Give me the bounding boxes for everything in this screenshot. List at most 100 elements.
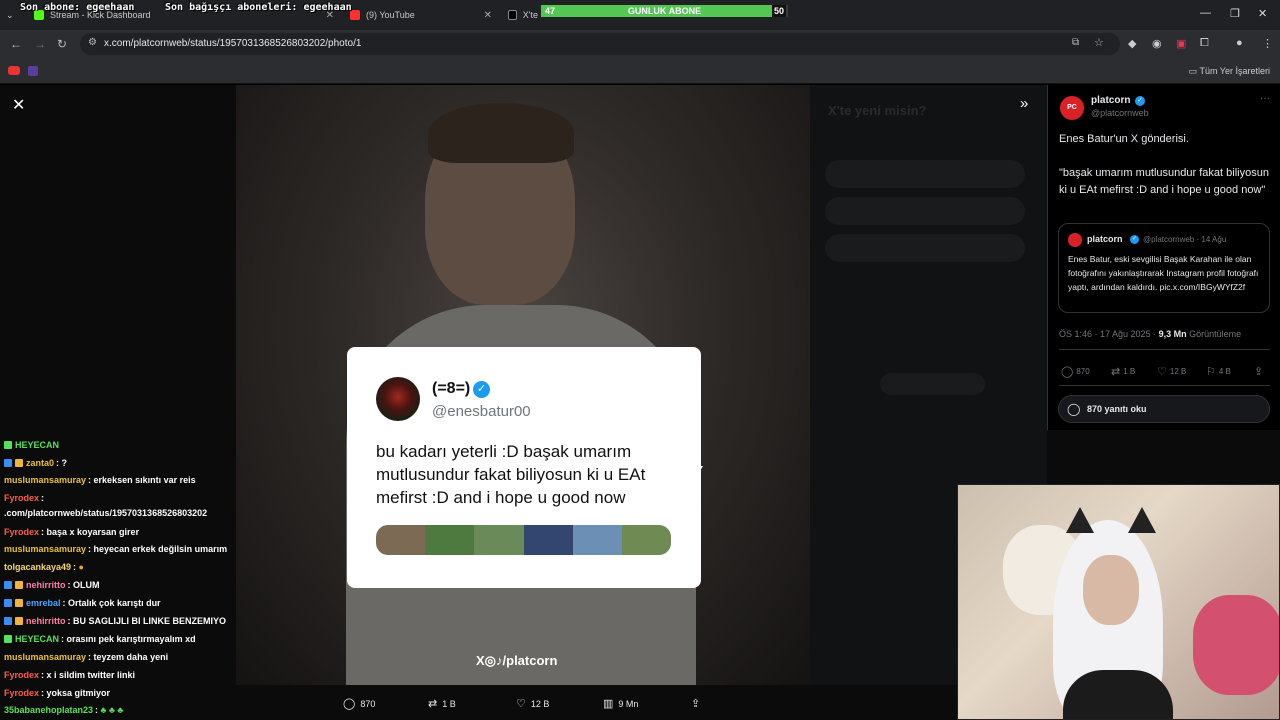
- browser-tab-bar: ⌄ Stream - Kick Dashboard ✕ (9) YouTube …: [0, 0, 1280, 30]
- emote-icon: ●: [76, 562, 84, 572]
- bookmark-icon[interactable]: [28, 66, 38, 76]
- reply-button[interactable]: ◯ 870: [343, 697, 375, 710]
- repost-icon: ⇄: [1111, 366, 1121, 378]
- back-icon[interactable]: ←: [10, 37, 22, 51]
- like-button[interactable]: ♡ 12 B: [1157, 365, 1186, 378]
- share-button[interactable]: ⇪: [1254, 365, 1263, 378]
- close-window-icon[interactable]: ✕: [1258, 7, 1267, 20]
- extension-icon[interactable]: ▣: [1176, 37, 1186, 50]
- heart-icon: ♡: [1157, 366, 1167, 378]
- thumbnail: [572, 525, 622, 555]
- url-text: x.com/platcornweb/status/195703136852680…: [104, 38, 362, 49]
- share-button[interactable]: ⇪: [691, 697, 700, 710]
- tab-youtube[interactable]: (9) YouTube ✕: [350, 4, 492, 26]
- tweet-body-line: Enes Batur'un X gönderisi.: [1059, 133, 1189, 145]
- minimize-icon[interactable]: —: [1200, 7, 1211, 19]
- badge-icon: [4, 581, 12, 589]
- more-options-icon[interactable]: ···: [1260, 93, 1270, 104]
- thumbnail: [474, 525, 524, 555]
- youtube-bookmark-icon[interactable]: [8, 66, 20, 75]
- badge-icon: [15, 459, 23, 467]
- tweet-timestamp: ÖS 1:46 · 17 Ağu 2025 · 9,3 Mn Görüntüle…: [1059, 329, 1242, 339]
- last-donor-overlay: Son bağışçı aboneleri: egeehaan: [165, 2, 352, 13]
- divider: [1059, 385, 1270, 386]
- profile-avatar-icon[interactable]: ●: [1236, 37, 1243, 49]
- repost-button[interactable]: ⇄ 1 B: [1111, 365, 1135, 378]
- views-button[interactable]: ▥ 9 Mn: [603, 697, 638, 710]
- chat-message: tolgacankaya49: ●: [4, 562, 84, 572]
- menu-kebab-icon[interactable]: ⋮: [1262, 37, 1273, 50]
- tab-x[interactable]: X'te: [508, 4, 538, 26]
- all-bookmarks-link[interactable]: ▭ Tüm Yer İşaretleri: [1189, 66, 1270, 77]
- chat-message: Fyrodex: yoksa gitmiyor: [4, 688, 111, 698]
- forward-icon[interactable]: →: [34, 37, 46, 51]
- chevron-down-icon: ⌄: [6, 9, 14, 20]
- quoted-meta: @platcornweb · 14 Ağu: [1143, 235, 1227, 244]
- chat-message: nehirritto: BU SAGLIJLI BI LINKE BENZEMI…: [4, 616, 226, 626]
- badge-icon: [4, 635, 12, 643]
- pink-chair: [1193, 595, 1279, 695]
- reply-icon: ◯: [1067, 402, 1081, 416]
- emote-icon: ♣ ♣ ♣: [98, 705, 124, 715]
- cat-ear: [1128, 507, 1156, 533]
- expand-sidebar-icon[interactable]: »: [1020, 95, 1028, 112]
- extension-icon[interactable]: ◆: [1128, 37, 1136, 50]
- streamer-face: [1083, 555, 1139, 625]
- chat-message: zanta0: ?: [4, 458, 67, 468]
- chat-message: Fyrodex: x i sildim twitter linki: [4, 670, 136, 680]
- quoted-tweet[interactable]: platcorn ✓ @platcornweb · 14 Ağu Enes Ba…: [1058, 223, 1270, 313]
- platcorn-avatar[interactable]: PC: [1060, 96, 1084, 120]
- photo-watermark: X◎♪/platcorn: [476, 653, 558, 668]
- extension-icon[interactable]: ◉: [1152, 37, 1162, 50]
- tab-list-button[interactable]: ⌄: [6, 4, 14, 26]
- thumbnail: [376, 525, 426, 555]
- share-icon: ⇪: [1254, 366, 1264, 378]
- like-button[interactable]: ♡ 12 B: [516, 697, 549, 710]
- verified-badge-icon: ✓: [1130, 235, 1139, 244]
- close-tab-icon[interactable]: ✕: [484, 10, 492, 21]
- author-name: (=8=): [432, 380, 471, 397]
- badge-icon: [4, 441, 12, 449]
- close-photo-icon[interactable]: ✕: [12, 95, 25, 115]
- ghost-button: [880, 373, 985, 395]
- chat-message: 35babanehoplatan23: ♣ ♣ ♣: [4, 705, 124, 715]
- badge-icon: [15, 581, 23, 589]
- maximize-icon[interactable]: ❐: [1230, 7, 1240, 20]
- chat-message: Fyrodex:: [4, 493, 45, 503]
- quoted-avatar: [1068, 233, 1082, 247]
- tweet-body-quote: "başak umarım mutlusundur fakat biliyosu…: [1059, 167, 1269, 196]
- chat-message: HEYECAN: [4, 440, 61, 450]
- goal-label: GUNLUK ABONE: [627, 6, 702, 16]
- author-handle[interactable]: @platcornweb: [1091, 108, 1149, 118]
- badge-icon: [4, 617, 12, 625]
- reply-icon: ◯: [343, 698, 356, 710]
- url-field[interactable]: ⚙ x.com/platcornweb/status/1957031368526…: [80, 33, 1120, 55]
- author-name[interactable]: platcorn: [1091, 95, 1130, 106]
- chat-message: emrebal: Ortalık çok karıştı dur: [4, 598, 161, 608]
- photo-strip: [376, 525, 671, 555]
- webcam-overlay: [957, 484, 1280, 720]
- read-replies-button[interactable]: ◯ 870 yanıtı oku: [1058, 395, 1270, 423]
- reload-icon[interactable]: ↻: [57, 37, 67, 51]
- reply-button[interactable]: ◯ 870: [1061, 365, 1090, 378]
- photo-action-bar: ◯ 870 ⇄ 1 B ♡ 12 B ▥ 9 Mn ⇪: [340, 695, 710, 715]
- site-info-icon[interactable]: ⚙: [88, 37, 97, 48]
- chat-message: muslumansamuray: teyzem daha yeni: [4, 652, 169, 662]
- cat-ear: [1066, 507, 1094, 533]
- bookmarks-bar: ▭ Tüm Yer İşaretleri: [0, 58, 1280, 84]
- heart-icon: ♡: [516, 698, 526, 710]
- badge-icon: [4, 599, 12, 607]
- folder-icon: ▭: [1188, 66, 1200, 76]
- bookmark-star-icon[interactable]: ☆: [1094, 36, 1104, 49]
- ghost-heading: X'te yeni misin?: [828, 103, 927, 118]
- thumbnail: [621, 525, 671, 555]
- extensions-puzzle-icon[interactable]: ⧠: [1200, 37, 1209, 50]
- reply-icon: ◯: [1061, 366, 1074, 378]
- address-bar-row: ← → ↻ ⚙ x.com/platcornweb/status/1957031…: [0, 30, 1280, 58]
- chat-message: HEYECAN: orasını pek karıştırmayalım xd: [4, 634, 196, 644]
- streamer-shirt: [1063, 670, 1173, 719]
- repost-button[interactable]: ⇄ 1 B: [428, 697, 456, 710]
- install-app-icon[interactable]: ⧉: [1072, 37, 1079, 48]
- bookmark-button[interactable]: ⚐ 4 B: [1206, 365, 1231, 378]
- badge-icon: [15, 617, 23, 625]
